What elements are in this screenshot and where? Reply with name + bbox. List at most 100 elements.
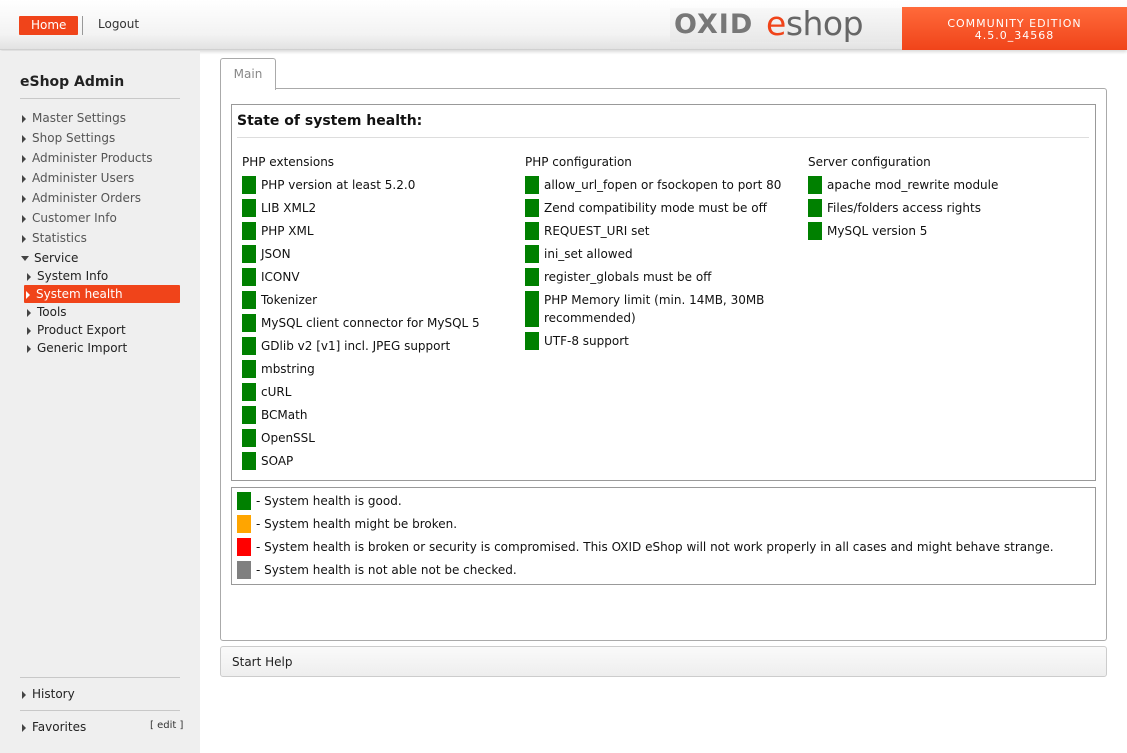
check-label: SOAP <box>261 454 294 468</box>
check-row: SOAP <box>242 452 293 470</box>
check-row: OpenSSL <box>242 429 315 447</box>
menu-item-label: Administer Orders <box>32 191 142 205</box>
status-good-indicator <box>525 222 539 240</box>
menu-item-customer-info[interactable]: Customer Info <box>20 209 180 227</box>
legend-item-unchecked: - System health is not able not be check… <box>237 561 517 579</box>
edition-badge: COMMUNITY EDITION 4.5.0_34568 <box>902 7 1127 50</box>
chevron-right-icon <box>22 690 26 699</box>
check-label: ICONV <box>261 270 300 284</box>
status-good-indicator <box>525 176 539 194</box>
chevron-right-icon <box>22 194 26 203</box>
check-row: Files/folders access rights <box>808 199 981 217</box>
check-row: allow_url_fopen or fsockopen to port 80 <box>525 176 781 194</box>
sidebar-divider <box>20 677 180 678</box>
status-good-indicator <box>808 176 822 194</box>
check-row: MySQL version 5 <box>808 222 927 240</box>
menu-item-statistics[interactable]: Statistics <box>20 229 180 247</box>
legend-item-broken: - System health is broken or security is… <box>237 538 1054 556</box>
logout-link[interactable]: Logout <box>98 17 139 31</box>
check-row: Tokenizer <box>242 291 317 309</box>
menu-item-label: Administer Products <box>32 151 153 165</box>
menu-item-shop-settings[interactable]: Shop Settings <box>20 129 180 147</box>
legend-swatch-red <box>237 538 251 556</box>
eshop-logo-shop: shop <box>785 4 864 43</box>
sub-item-product-export[interactable]: Product Export <box>25 321 181 339</box>
sub-item-generic-import[interactable]: Generic Import <box>25 339 181 357</box>
sub-item-system-health[interactable]: System health <box>24 285 180 303</box>
check-label: MySQL client connector for MySQL 5 <box>261 316 480 330</box>
system-health-heading: State of system health: <box>237 113 423 129</box>
legend-text: - System health is not able not be check… <box>256 563 517 577</box>
check-row: PHP XML <box>242 222 314 240</box>
menu-item-administer-orders[interactable]: Administer Orders <box>20 189 180 207</box>
status-good-indicator <box>242 268 256 286</box>
sub-item-label: Generic Import <box>37 341 128 355</box>
check-row: apache mod_rewrite module <box>808 176 998 194</box>
chevron-right-icon <box>27 272 31 281</box>
top-header: Home Logout OXID eshop COMMUNITY EDITION… <box>0 0 1127 50</box>
favorites-edit-link[interactable]: [ edit ] <box>150 720 183 731</box>
check-row: MySQL client connector for MySQL 5 <box>242 314 480 332</box>
check-row: Zend compatibility mode must be off <box>525 199 767 217</box>
sidebar: eShop Admin Master Settings Shop Setting… <box>0 51 200 753</box>
history-toggle[interactable]: History <box>20 685 75 703</box>
sub-item-system-info[interactable]: System Info <box>25 267 181 285</box>
menu-item-administer-products[interactable]: Administer Products <box>20 149 180 167</box>
home-button[interactable]: Home <box>19 16 79 35</box>
history-label: History <box>32 687 75 701</box>
check-label: cURL <box>261 385 292 399</box>
tab-main[interactable]: Main <box>220 58 276 90</box>
column-title-php-configuration: PHP configuration <box>525 155 632 169</box>
check-label: REQUEST_URI set <box>544 224 650 238</box>
check-row: GDlib v2 [v1] incl. JPEG support <box>242 337 450 355</box>
check-row: cURL <box>242 383 291 401</box>
check-row: PHP Memory limit (min. 14MB, 30MB recomm… <box>525 291 770 327</box>
menu-item-label: Administer Users <box>32 171 135 185</box>
menu-item-service[interactable]: Service <box>20 249 180 267</box>
check-row: ICONV <box>242 268 300 286</box>
menu-item-label: Master Settings <box>32 111 127 125</box>
check-label: PHP version at least 5.2.0 <box>261 178 416 192</box>
status-good-indicator <box>242 406 256 424</box>
chevron-right-icon <box>26 290 30 299</box>
check-label: LIB XML2 <box>261 201 317 215</box>
status-good-indicator <box>525 332 539 350</box>
legend-text: - System health is good. <box>256 494 402 508</box>
start-help-bar[interactable]: Start Help <box>220 646 1107 677</box>
status-good-indicator <box>242 291 256 309</box>
check-label: Tokenizer <box>261 293 318 307</box>
chevron-right-icon <box>22 134 26 143</box>
legend-item-warning: - System health might be broken. <box>237 515 457 533</box>
legend-text: - System health might be broken. <box>256 517 458 531</box>
check-row: UTF-8 support <box>525 332 629 350</box>
sidebar-divider <box>20 710 180 711</box>
legend-swatch-orange <box>237 515 251 533</box>
check-label: PHP Memory limit (min. 14MB, 30MB recomm… <box>544 293 765 325</box>
check-label: MySQL version 5 <box>827 224 928 238</box>
sub-item-label: System health <box>36 287 123 301</box>
status-good-indicator <box>242 222 256 240</box>
status-good-indicator <box>242 314 256 332</box>
menu-item-master-settings[interactable]: Master Settings <box>20 109 180 127</box>
menu-item-label: Statistics <box>32 231 87 245</box>
sub-item-label: Product Export <box>37 323 126 337</box>
chevron-right-icon <box>22 234 26 243</box>
menu-item-label: Customer Info <box>32 211 117 225</box>
version-label: 4.5.0_34568 <box>974 29 1055 42</box>
status-good-indicator <box>242 429 256 447</box>
heading-divider <box>237 137 1089 138</box>
eshop-logo-e: e <box>766 4 786 43</box>
status-good-indicator <box>525 291 539 327</box>
check-row: JSON <box>242 245 291 263</box>
column-title-php-extensions: PHP extensions <box>242 155 335 169</box>
sub-item-tools[interactable]: Tools <box>25 303 181 321</box>
eshop-logo: eshop <box>766 4 864 43</box>
check-label: ini_set allowed <box>544 247 633 261</box>
check-row: PHP version at least 5.2.0 <box>242 176 415 194</box>
header-separator <box>82 16 83 35</box>
menu-item-administer-users[interactable]: Administer Users <box>20 169 180 187</box>
check-label: apache mod_rewrite module <box>827 178 999 192</box>
chevron-right-icon <box>27 308 31 317</box>
check-row: BCMath <box>242 406 307 424</box>
favorites-toggle[interactable]: Favorites <box>20 718 86 736</box>
